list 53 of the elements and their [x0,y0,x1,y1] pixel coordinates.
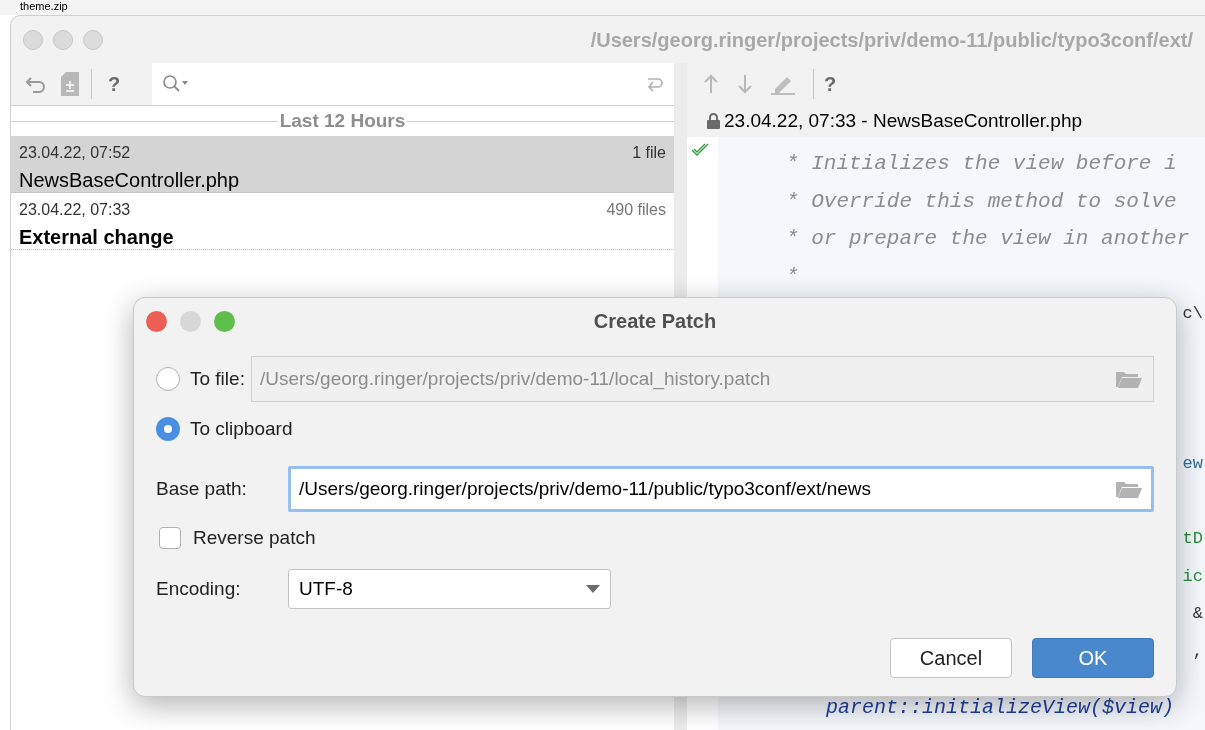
code-text: c\ [1182,303,1203,325]
ok-button[interactable]: OK [1032,638,1154,678]
group-header: Last 12 Hours [278,108,407,133]
close-window-icon[interactable] [23,29,43,50]
code-text: ic [1182,565,1203,588]
zoom-window-icon[interactable] [83,29,103,50]
code-comment: * [786,263,799,290]
code-text: & [1192,603,1203,625]
base-path-field[interactable]: /Users/georg.ringer/projects/priv/demo-11/public/typo3conf/ext/news [288,466,1154,512]
history-entry[interactable]: 23.04.22, 07:52 1 file NewsBaseController.php [11,136,674,193]
checkmark-icon [691,143,709,157]
folder-icon[interactable] [1116,480,1142,498]
entry-title: NewsBaseController.php [19,168,241,193]
window-title: /Users/georg.ringer/projects/priv/demo-11/public/typo3conf/ext/ [590,27,1193,53]
code-comment: * Override this method to solve [786,188,1177,215]
up-arrow-icon[interactable] [703,74,719,94]
document-icon[interactable] [61,72,79,96]
minimize-window-icon[interactable] [53,29,73,50]
radio-button[interactable] [156,417,180,441]
file-count: 1 file [632,143,666,163]
entry-time: 23.04.22, 07:33 [19,200,131,220]
search-icon [162,74,191,94]
encoding-dropdown[interactable]: UTF-8 [288,569,611,609]
field-label: Encoding: [156,576,242,601]
help-button[interactable]: ? [106,69,123,99]
dialog-title: Create Patch [593,309,717,334]
entry-title: External change [19,225,175,250]
help-button[interactable]: ? [824,69,837,99]
dropdown-arrow-icon [586,585,600,593]
field-label: Base path: [156,476,248,501]
folder-icon[interactable] [1116,370,1142,388]
code-comment: * Initializes the view before i [786,151,1177,177]
code-text: , [1192,640,1203,663]
lock-icon [707,113,720,129]
tab-label[interactable]: theme.zip [20,0,68,13]
revision-header: 23.04.22, 07:33 - NewsBaseController.php [724,108,1083,133]
search-field[interactable] [152,63,674,105]
code-text: tD [1182,528,1203,550]
entry-time: 23.04.22, 07:52 [19,143,131,163]
code-comment: * or prepare the view in another [786,226,1190,252]
undo-icon[interactable] [25,74,47,94]
radio-label[interactable]: To clipboard [190,414,293,444]
cancel-button[interactable]: Cancel [890,638,1012,678]
code-text: ew [1182,453,1203,475]
code-text: parent::initializeView($view) [826,696,1175,720]
zoom-window-icon[interactable] [214,311,235,332]
down-arrow-icon[interactable] [737,74,753,94]
file-count: 490 files [606,200,666,220]
checkbox[interactable] [159,527,181,549]
minimize-window-icon[interactable] [180,311,201,332]
return-icon[interactable] [646,76,664,92]
close-window-icon[interactable] [146,311,167,332]
checkbox-label[interactable]: Reverse patch [193,523,316,553]
